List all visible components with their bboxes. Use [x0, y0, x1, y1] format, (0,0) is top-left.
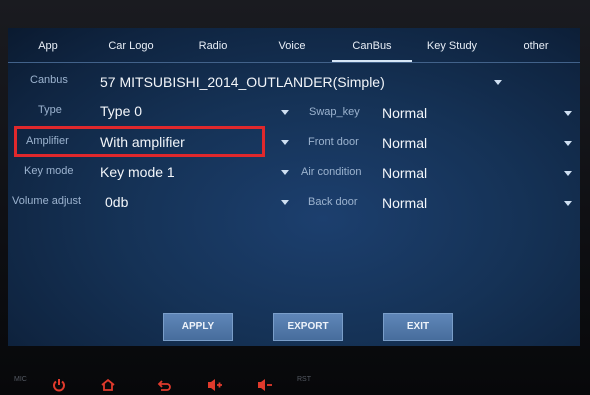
- front-door-dropdown-icon[interactable]: [564, 141, 572, 146]
- home-icon[interactable]: [101, 378, 115, 395]
- canbus-value[interactable]: 57 MITSUBISHI_2014_OUTLANDER(Simple): [100, 74, 385, 90]
- power-icon[interactable]: [52, 378, 66, 395]
- tab-bar: App Car Logo Radio Voice CanBus Key Stud…: [8, 28, 580, 62]
- type-label: Type: [38, 104, 62, 116]
- back-door-label: Back door: [308, 196, 358, 208]
- air-condition-label: Air condition: [301, 166, 362, 178]
- amplifier-value[interactable]: With amplifier: [100, 134, 185, 150]
- swap-key-dropdown-icon[interactable]: [564, 111, 572, 116]
- volume-adjust-label: Volume adjust: [12, 195, 82, 207]
- front-door-value[interactable]: Normal: [382, 135, 427, 151]
- tab-divider: [8, 62, 580, 63]
- tab-voice[interactable]: Voice: [252, 28, 332, 62]
- mic-label: MIC: [14, 376, 27, 383]
- tab-radio[interactable]: Radio: [174, 28, 252, 62]
- canbus-label: Canbus: [30, 74, 68, 86]
- type-dropdown-icon[interactable]: [281, 110, 289, 115]
- reset-label: RST: [297, 376, 311, 383]
- tab-key-study[interactable]: Key Study: [412, 28, 492, 62]
- amplifier-dropdown-icon[interactable]: [281, 140, 289, 145]
- hardware-button-bar: MIC RST: [0, 366, 590, 395]
- front-door-label: Front door: [308, 136, 359, 148]
- volume-up-icon[interactable]: [207, 378, 223, 395]
- air-condition-value[interactable]: Normal: [382, 165, 427, 181]
- tab-canbus[interactable]: CanBus: [332, 28, 412, 62]
- tab-other[interactable]: other: [492, 28, 580, 62]
- air-condition-dropdown-icon[interactable]: [564, 171, 572, 176]
- volume-down-icon[interactable]: [257, 378, 273, 395]
- back-door-dropdown-icon[interactable]: [564, 201, 572, 206]
- back-icon[interactable]: [157, 378, 171, 395]
- tab-car-logo[interactable]: Car Logo: [88, 28, 174, 62]
- type-value[interactable]: Type 0: [100, 103, 142, 119]
- back-door-value[interactable]: Normal: [382, 195, 427, 211]
- volume-adjust-value[interactable]: 0db: [105, 194, 128, 210]
- key-mode-value[interactable]: Key mode 1: [100, 164, 175, 180]
- volume-adjust-dropdown-icon[interactable]: [281, 200, 289, 205]
- apply-button[interactable]: APPLY: [163, 313, 233, 341]
- tab-app[interactable]: App: [8, 28, 88, 62]
- swap-key-value[interactable]: Normal: [382, 105, 427, 121]
- amplifier-label: Amplifier: [26, 135, 69, 147]
- swap-key-label: Swap_key: [309, 106, 360, 118]
- key-mode-label: Key mode: [24, 165, 74, 177]
- export-button[interactable]: EXPORT: [273, 313, 343, 341]
- canbus-dropdown-icon[interactable]: [494, 80, 502, 85]
- key-mode-dropdown-icon[interactable]: [281, 170, 289, 175]
- exit-button[interactable]: EXIT: [383, 313, 453, 341]
- head-unit-screen: App Car Logo Radio Voice CanBus Key Stud…: [8, 28, 580, 346]
